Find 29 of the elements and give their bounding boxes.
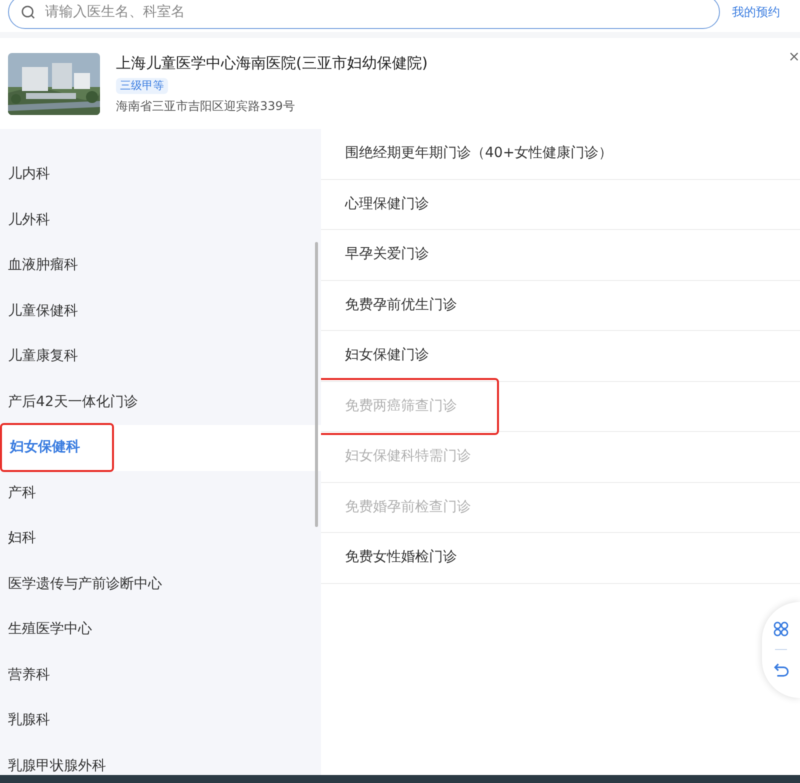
department-item[interactable]: 乳腺甲状腺外科	[0, 744, 321, 775]
department-item[interactable]: 血液肿瘤科	[0, 243, 321, 288]
my-appointments-link[interactable]: 我的预约	[732, 3, 792, 21]
department-item[interactable]: 营养科	[0, 652, 321, 698]
search-icon	[21, 5, 36, 20]
clinic-item[interactable]: 免费女性婚检门诊	[321, 533, 800, 584]
department-item[interactable]: 妇女保健科	[0, 425, 321, 470]
clinic-item[interactable]: 免费孕前优生门诊	[321, 280, 800, 331]
close-button[interactable]: ×	[788, 50, 800, 64]
grid-icon[interactable]	[773, 621, 789, 637]
department-item[interactable]: 医学遗传与产前诊断中心	[0, 562, 321, 607]
clinic-item[interactable]: 围绝经期更年期门诊（40+女性健康门诊）	[321, 129, 800, 180]
level-tag: 三级甲等	[116, 78, 168, 94]
department-item[interactable]: 生殖医学中心	[0, 607, 321, 652]
annotation-box: 妇女保健科	[0, 423, 114, 472]
department-item[interactable]: 乳腺科	[0, 698, 321, 744]
clinic-item[interactable]: 早孕关爱门诊	[321, 230, 800, 280]
hospital-address: 海南省三亚市吉阳区迎宾路339号	[116, 98, 296, 115]
department-item[interactable]: 儿童保健科	[0, 288, 321, 334]
department-item[interactable]: 儿内科	[0, 152, 321, 198]
department-item[interactable]: 儿外科	[0, 198, 321, 243]
hospital-name: 上海儿童医学中心海南医院(三亚市妇幼保健院)	[116, 53, 428, 74]
department-item[interactable]: 妇科	[0, 516, 321, 562]
clinic-item[interactable]: 妇女保健门诊	[321, 331, 800, 382]
clinic-item[interactable]: 心理保健门诊	[321, 180, 800, 230]
department-item[interactable]: 产科	[0, 470, 321, 516]
back-icon[interactable]	[772, 662, 790, 679]
search-field[interactable]: 请输入医生名、科室名	[8, 0, 720, 29]
department-item[interactable]: 儿童康复科	[0, 334, 321, 380]
